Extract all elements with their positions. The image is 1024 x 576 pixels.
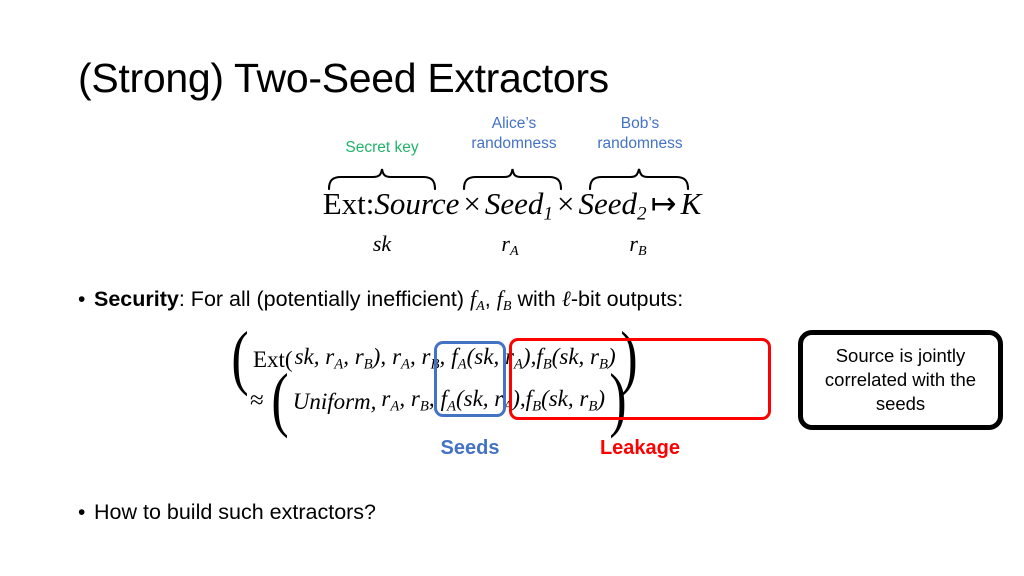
bullet-dot-icon: •: [78, 288, 86, 311]
ext-seed2: Seed: [578, 186, 637, 221]
page-title: (Strong) Two-Seed Extractors: [78, 55, 609, 101]
how-to-build-text: How to build such extractors?: [94, 500, 377, 524]
alice-line1: Alice’s: [491, 115, 537, 132]
under-label-rb: rB: [598, 231, 678, 260]
callout-text: Source is jointly correlated with the se…: [824, 344, 977, 415]
bullet-how-to-build: • How to build such extractors?: [78, 500, 376, 525]
alice-line2: randomness: [471, 134, 557, 152]
security-comma: ,: [484, 287, 497, 311]
row2-uniform: Uniform,: [292, 388, 377, 414]
security-equation-row-1: ( Ext(sk, rA, rB), rA, rB, fA(sk, rA),fB…: [231, 317, 638, 397]
label-secret-key: Secret key: [312, 138, 452, 158]
sk-text: sk: [372, 231, 392, 256]
row2-leakage-group: fA(sk, rA),fB(sk, rB): [440, 386, 606, 415]
security-fb: fB: [496, 286, 512, 314]
ext-source: Source: [374, 186, 460, 221]
ext-seed1: Seed: [484, 186, 544, 221]
under-label-ra: rA: [470, 231, 550, 260]
ra-subscript: A: [509, 242, 519, 259]
ext-output-key: K: [680, 186, 702, 221]
ext-times-1: ×: [463, 186, 481, 221]
bullet-security: • Security: For all (potentially ineffici…: [78, 286, 683, 315]
row2-seeds-group: rA, rB,: [381, 386, 435, 415]
security-text-with: with: [511, 287, 562, 311]
caption-leakage: Leakage: [599, 437, 681, 459]
row2-approx-icon: ≈: [250, 387, 264, 414]
caption-seeds: Seeds: [440, 437, 500, 459]
security-text-tail: -bit outputs:: [570, 287, 684, 311]
ext-definition-formula: Ext:Source × Seed1 × Seed2 ↦ K: [0, 186, 1024, 225]
row1-leakage-group: fA(sk, rA),fB(sk, rB): [451, 344, 616, 373]
security-equation: ( Ext(sk, rA, rB), rA, rB, fA(sk, rA),fB…: [228, 317, 641, 439]
ext-mapsto-icon: ↦: [650, 186, 677, 221]
security-ell: ℓ: [561, 286, 571, 311]
security-keyword: Security: [94, 287, 179, 311]
under-label-sk: sk: [342, 231, 422, 257]
ext-seed1-subscript: 1: [543, 203, 553, 225]
rb-subscript: B: [637, 242, 647, 259]
row1-ext-args: sk, rA, rB),: [294, 344, 387, 373]
bullet-dot-icon-2: •: [78, 501, 86, 524]
security-text-before: : For all (potentially inefficient): [178, 287, 471, 311]
label-bob-randomness: Bob’s randomness: [572, 114, 708, 153]
ext-seed2-subscript: 2: [636, 203, 647, 225]
row1-seeds-group: rA, rB,: [392, 344, 446, 373]
ra-base: r: [501, 231, 510, 256]
callout-box: Source is jointly correlated with the se…: [798, 330, 1003, 430]
ext-times-2: ×: [556, 186, 575, 221]
label-alice-randomness: Alice’s randomness: [446, 114, 582, 153]
secret-key-text: Secret key: [345, 139, 419, 156]
rb-base: r: [629, 231, 638, 256]
security-fa: fA: [470, 286, 485, 314]
ext-prefix: Ext:: [322, 186, 375, 221]
bob-line2: randomness: [597, 134, 683, 152]
security-equation-row-2: ≈ ( Uniform, rA, rB, fA(sk, rA),fB(sk, r…: [250, 359, 627, 439]
bob-line1: Bob’s: [620, 115, 660, 132]
